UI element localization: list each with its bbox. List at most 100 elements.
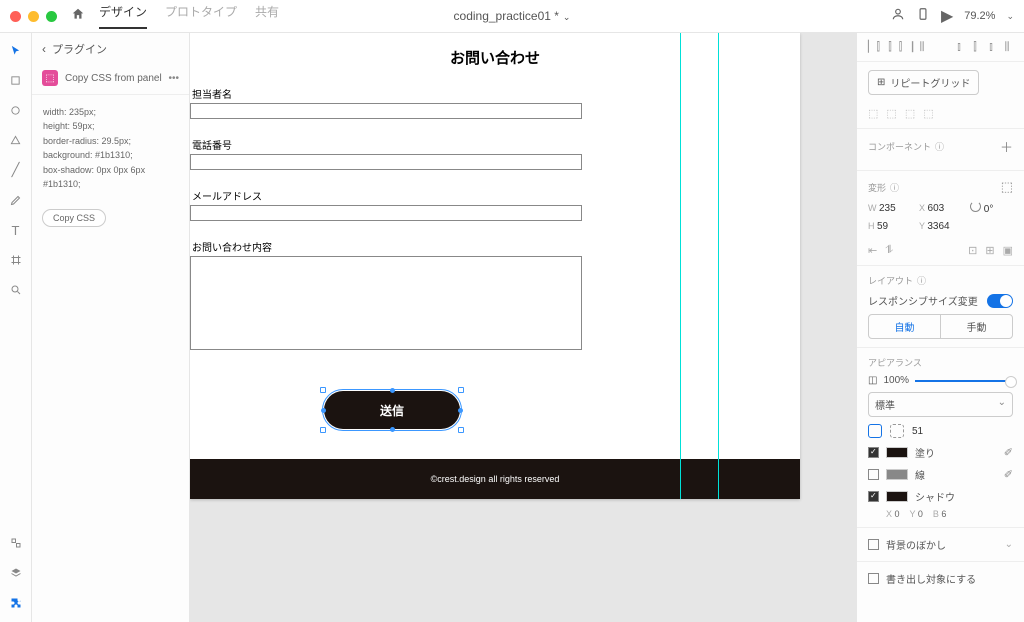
user-icon[interactable] [891, 7, 905, 26]
shadow-swatch[interactable] [886, 491, 908, 502]
info-icon[interactable]: ⓘ [890, 181, 899, 194]
opacity-slider[interactable] [915, 380, 1013, 382]
device-preview-icon[interactable] [916, 7, 930, 26]
tab-share[interactable]: 共有 [255, 3, 279, 29]
tab-design[interactable]: デザイン [99, 3, 147, 29]
fill-checkbox[interactable] [868, 447, 879, 458]
minimize-window-icon[interactable] [28, 11, 39, 22]
boolean-add-icon[interactable]: ⬚ [868, 107, 878, 120]
align-middle-icon[interactable]: ⫿ [968, 40, 982, 54]
canvas[interactable]: お問い合わせ 担当者名 電話番号 メールアドレス お問い合わせ内容 送信 [190, 33, 856, 622]
bgblur-checkbox[interactable] [868, 539, 879, 550]
text-tool-icon[interactable]: T [9, 223, 23, 237]
align-right-icon[interactable]: ⫿▕ [899, 40, 913, 54]
selected-element[interactable]: 送信 [324, 391, 460, 429]
input-phone[interactable] [190, 154, 582, 170]
resize-handle[interactable] [321, 408, 326, 413]
play-icon[interactable]: ▶ [941, 6, 953, 26]
flip-v-icon[interactable]: ⥮ [885, 244, 893, 257]
pen-tool-icon[interactable] [9, 193, 23, 207]
ellipse-tool-icon[interactable] [9, 103, 23, 117]
x-value[interactable]: 603 [928, 203, 945, 214]
textarea-content[interactable] [190, 256, 582, 350]
back-icon[interactable]: ‹ [42, 42, 46, 56]
shadow-x[interactable]: 0 [895, 509, 900, 519]
align-center-h-icon[interactable]: ⫿ [883, 40, 897, 54]
maximize-window-icon[interactable] [46, 11, 57, 22]
more-icon[interactable]: ••• [168, 73, 179, 84]
artboard[interactable]: お問い合わせ 担当者名 電話番号 メールアドレス お問い合わせ内容 送信 [190, 33, 800, 499]
fill-swatch[interactable] [886, 447, 908, 458]
add-component-icon[interactable]: ＋ [1000, 137, 1013, 156]
align-pixel-icon[interactable]: ⊡ [968, 244, 977, 257]
align-left-icon[interactable]: ▏⫿ [867, 40, 881, 54]
distribute-v-icon[interactable]: ⫼ [1000, 40, 1014, 54]
input-name[interactable] [190, 103, 582, 119]
artboard-tool-icon[interactable] [9, 253, 23, 267]
export-checkbox[interactable] [868, 573, 879, 584]
shadow-y[interactable]: 0 [918, 509, 923, 519]
lock-aspect-icon[interactable]: ⬚ [1001, 179, 1013, 195]
corner-all-icon[interactable] [868, 424, 882, 438]
chevron-down-icon[interactable]: ⌄ [1006, 11, 1014, 22]
responsive-toggle[interactable] [987, 294, 1013, 308]
tab-prototype[interactable]: プロトタイプ [165, 3, 237, 29]
layers-icon[interactable] [9, 566, 23, 580]
segment-auto[interactable]: 自動 [869, 315, 941, 338]
copy-css-button[interactable]: Copy CSS [42, 209, 106, 227]
border-swatch[interactable] [886, 469, 908, 480]
guide-line[interactable] [680, 33, 681, 499]
info-icon[interactable]: ⓘ [935, 140, 944, 153]
info-icon[interactable]: ⓘ [917, 274, 926, 287]
input-email[interactable] [190, 205, 582, 221]
guide-line[interactable] [718, 33, 719, 499]
line-tool-icon[interactable]: ╱ [9, 163, 23, 177]
select-tool-icon[interactable] [9, 43, 23, 57]
height-value[interactable]: 59 [877, 221, 888, 232]
shadow-b[interactable]: 6 [941, 509, 946, 519]
corner-each-icon[interactable] [890, 424, 904, 438]
zoom-level[interactable]: 79.2% [964, 10, 995, 22]
resize-handle[interactable] [390, 388, 395, 393]
border-checkbox[interactable] [868, 469, 879, 480]
rectangle-tool-icon[interactable] [9, 73, 23, 87]
align-top-icon[interactable]: ⫾ [952, 40, 966, 54]
boolean-subtract-icon[interactable]: ⬚ [886, 107, 896, 120]
distribute-h-icon[interactable]: ⫼ [915, 40, 929, 54]
document-title[interactable]: coding_practice01 *⌄ [454, 9, 571, 23]
repeat-grid-button[interactable]: ⊞ リピートグリッド [868, 70, 979, 95]
resize-handle[interactable] [320, 387, 326, 393]
opacity-value[interactable]: 100% [883, 375, 909, 386]
boolean-exclude-icon[interactable]: ⬚ [923, 107, 933, 120]
home-icon[interactable] [71, 7, 85, 25]
close-window-icon[interactable] [10, 11, 21, 22]
width-value[interactable]: 235 [879, 203, 896, 214]
align-pixel-icon[interactable]: ▣ [1003, 244, 1013, 257]
panel-header[interactable]: ‹ プラグイン [32, 33, 189, 65]
eyedropper-icon[interactable]: ✐ [1004, 446, 1013, 459]
resize-handle[interactable] [458, 408, 463, 413]
rotation-value[interactable]: 0° [984, 204, 994, 215]
polygon-tool-icon[interactable] [9, 133, 23, 147]
flip-h-icon[interactable]: ⇤ [868, 244, 877, 257]
eyedropper-icon[interactable]: ✐ [1004, 468, 1013, 481]
resize-handle[interactable] [458, 427, 464, 433]
corner-radius-value[interactable]: 51 [912, 426, 923, 437]
plugin-row[interactable]: ⬚ Copy CSS from panel ••• [32, 65, 189, 95]
resize-handle[interactable] [320, 427, 326, 433]
chevron-down-icon[interactable]: ⌄ [1005, 539, 1013, 550]
export-label: 書き出し対象にする [886, 571, 976, 586]
plugins-icon[interactable] [9, 596, 23, 610]
boolean-intersect-icon[interactable]: ⬚ [905, 107, 915, 120]
zoom-tool-icon[interactable] [9, 283, 23, 297]
blend-mode-select[interactable]: 標準⌄ [868, 392, 1013, 417]
align-bottom-icon[interactable]: ⫾ [984, 40, 998, 54]
resize-handle[interactable] [390, 427, 395, 432]
y-value[interactable]: 3364 [927, 221, 949, 232]
segment-manual[interactable]: 手動 [941, 315, 1012, 338]
resize-handle[interactable] [458, 387, 464, 393]
submit-button[interactable]: 送信 [324, 391, 460, 429]
assets-icon[interactable] [9, 536, 23, 550]
align-pixel-icon[interactable]: ⊞ [985, 244, 994, 257]
shadow-checkbox[interactable] [868, 491, 879, 502]
